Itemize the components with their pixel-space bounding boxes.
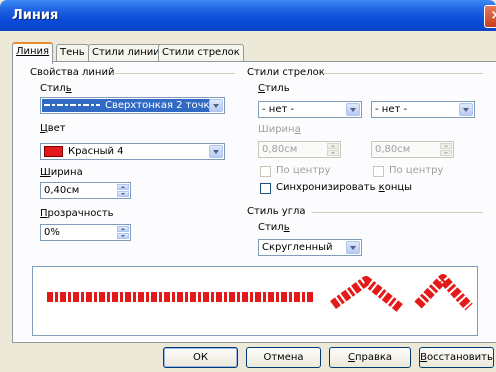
- arrow-start-value: - нет -: [262, 104, 295, 115]
- transparency-spinner[interactable]: 0%: [40, 224, 131, 241]
- arrow-end-width-spinner[interactable]: 0,80см: [371, 141, 454, 158]
- tab-line-label: Линия: [16, 46, 50, 57]
- corner-style-divider: [312, 212, 483, 213]
- spin-down-icon[interactable]: [117, 233, 129, 239]
- tab-line-styles-label: Стили линии: [92, 47, 160, 58]
- ok-button[interactable]: ОК: [163, 347, 238, 368]
- color-label: Цвет: [40, 123, 66, 134]
- arrow-styles-divider: [323, 73, 483, 74]
- line-props-divider: [111, 73, 235, 74]
- corner-style-label: Стиль: [258, 222, 290, 233]
- tab-panel: Свойства линий Стиль Сверхтонкая 2 точки…: [12, 61, 496, 343]
- arrow-style-label-mnemonic: С: [258, 83, 265, 94]
- line-style-label-mnemonic: ь: [65, 83, 72, 94]
- width-spin-buttons[interactable]: [117, 184, 129, 197]
- width-spinner[interactable]: 0,40см: [40, 182, 131, 199]
- sync-ends-label-text: Синхронизировать: [276, 182, 379, 193]
- transparency-label-text: розрачность: [47, 208, 114, 219]
- arrow-start-width-spinner[interactable]: 0,80см: [258, 141, 341, 158]
- title-bar[interactable]: Линия ×: [0, 0, 496, 31]
- center-start-label: По центру: [276, 165, 331, 176]
- close-button[interactable]: ×: [484, 5, 496, 28]
- arrow-width-label-mnemonic: а: [294, 124, 301, 135]
- width-label: Ширина: [40, 167, 83, 178]
- tab-shadow-label: Тень: [60, 47, 85, 58]
- center-start-checkbox[interactable]: [260, 166, 271, 177]
- corner-style-select[interactable]: Скругленный: [258, 239, 362, 256]
- sync-ends-checkbox[interactable]: [260, 183, 271, 194]
- preview-corner-line-1: [330, 276, 405, 313]
- width-label-text: ирина: [50, 167, 83, 178]
- chevron-down-icon[interactable]: [459, 103, 473, 116]
- reset-button-mnemonic: В: [420, 352, 428, 363]
- cancel-button[interactable]: Отмена: [246, 347, 321, 368]
- arrow-start-width-value: 0,80см: [262, 144, 298, 155]
- sync-ends-label-suffix: онцы: [384, 182, 413, 193]
- color-swatch: [44, 146, 63, 157]
- sync-ends-label: Синхронизировать концы: [276, 182, 412, 193]
- transparency-spin-buttons[interactable]: [117, 226, 129, 239]
- line-style-value: Сверхтонкая 2 точки: [105, 100, 217, 111]
- transparency-label-mnemonic: П: [40, 208, 48, 219]
- transparency-label: Прозрачность: [40, 208, 114, 219]
- arrow-styles-title: Стили стрелок: [247, 67, 325, 78]
- line-preview: [32, 266, 478, 336]
- spin-down-icon[interactable]: [117, 191, 129, 197]
- arrow-end-select[interactable]: - нет -: [371, 101, 475, 118]
- line-props-title: Свойства линий: [30, 67, 115, 78]
- corner-style-label-mnemonic: ь: [283, 222, 290, 233]
- line-style-select[interactable]: Сверхтонкая 2 точки: [40, 97, 225, 114]
- tab-arrow-styles[interactable]: Стили стрелок: [158, 44, 244, 62]
- tab-line-styles[interactable]: Стили линии: [88, 44, 164, 62]
- center-end-checkbox[interactable]: [373, 166, 384, 177]
- line-style-label-text: Стил: [40, 83, 66, 94]
- line-dialog: Линия × Линия Тень Стили линии Стили стр…: [0, 0, 496, 372]
- line-style-dash-preview: [44, 104, 100, 106]
- line-style-label: Стиль: [40, 83, 72, 94]
- width-label-mnemonic: Ш: [40, 167, 51, 178]
- color-label-mnemonic: Ц: [40, 123, 48, 134]
- arrow-start-width-spin-buttons[interactable]: [327, 143, 339, 156]
- spin-up-icon[interactable]: [440, 143, 452, 149]
- arrow-end-value: - нет -: [375, 104, 408, 115]
- center-end-label: По центру: [389, 165, 444, 176]
- width-value: 0,40см: [44, 185, 80, 196]
- corner-style-label-text: Стил: [258, 222, 284, 233]
- help-button[interactable]: Справка: [329, 347, 411, 368]
- color-select[interactable]: Красный 4: [40, 143, 225, 160]
- reset-button[interactable]: Восстановить: [419, 347, 494, 368]
- arrow-style-label-text: тиль: [264, 83, 290, 94]
- help-button-text: правка: [354, 352, 393, 363]
- help-button-mnemonic: С: [347, 352, 355, 363]
- corner-style-value: Скругленный: [262, 242, 333, 253]
- spin-down-icon[interactable]: [440, 150, 452, 156]
- arrow-width-label-text: Ширин: [258, 124, 295, 135]
- chevron-down-icon[interactable]: [346, 103, 360, 116]
- arrow-end-width-value: 0,80см: [375, 144, 411, 155]
- arrow-end-width-spin-buttons[interactable]: [440, 143, 452, 156]
- window-title: Линия: [12, 8, 59, 23]
- spin-down-icon[interactable]: [327, 150, 339, 156]
- color-value: Красный 4: [68, 146, 124, 157]
- reset-button-text: осстановить: [427, 352, 493, 363]
- arrow-width-label: Ширина: [258, 124, 301, 135]
- preview-corner-line-2: [414, 274, 473, 311]
- chevron-down-icon[interactable]: [346, 241, 360, 254]
- chevron-down-icon[interactable]: [209, 99, 223, 112]
- tab-arrow-styles-label: Стили стрелок: [162, 47, 240, 58]
- tab-line[interactable]: Линия: [12, 42, 54, 64]
- spin-up-icon[interactable]: [117, 226, 129, 232]
- spin-up-icon[interactable]: [327, 143, 339, 149]
- preview-canvas: [47, 274, 473, 313]
- corner-style-title: Стиль угла: [247, 206, 306, 217]
- tab-shadow[interactable]: Тень: [56, 44, 89, 62]
- color-label-text: вет: [47, 123, 66, 134]
- arrow-start-select[interactable]: - нет -: [258, 101, 362, 118]
- chevron-down-icon[interactable]: [209, 145, 223, 158]
- arrow-style-label: Стиль: [258, 83, 290, 94]
- spin-up-icon[interactable]: [117, 184, 129, 190]
- transparency-value: 0%: [44, 227, 60, 238]
